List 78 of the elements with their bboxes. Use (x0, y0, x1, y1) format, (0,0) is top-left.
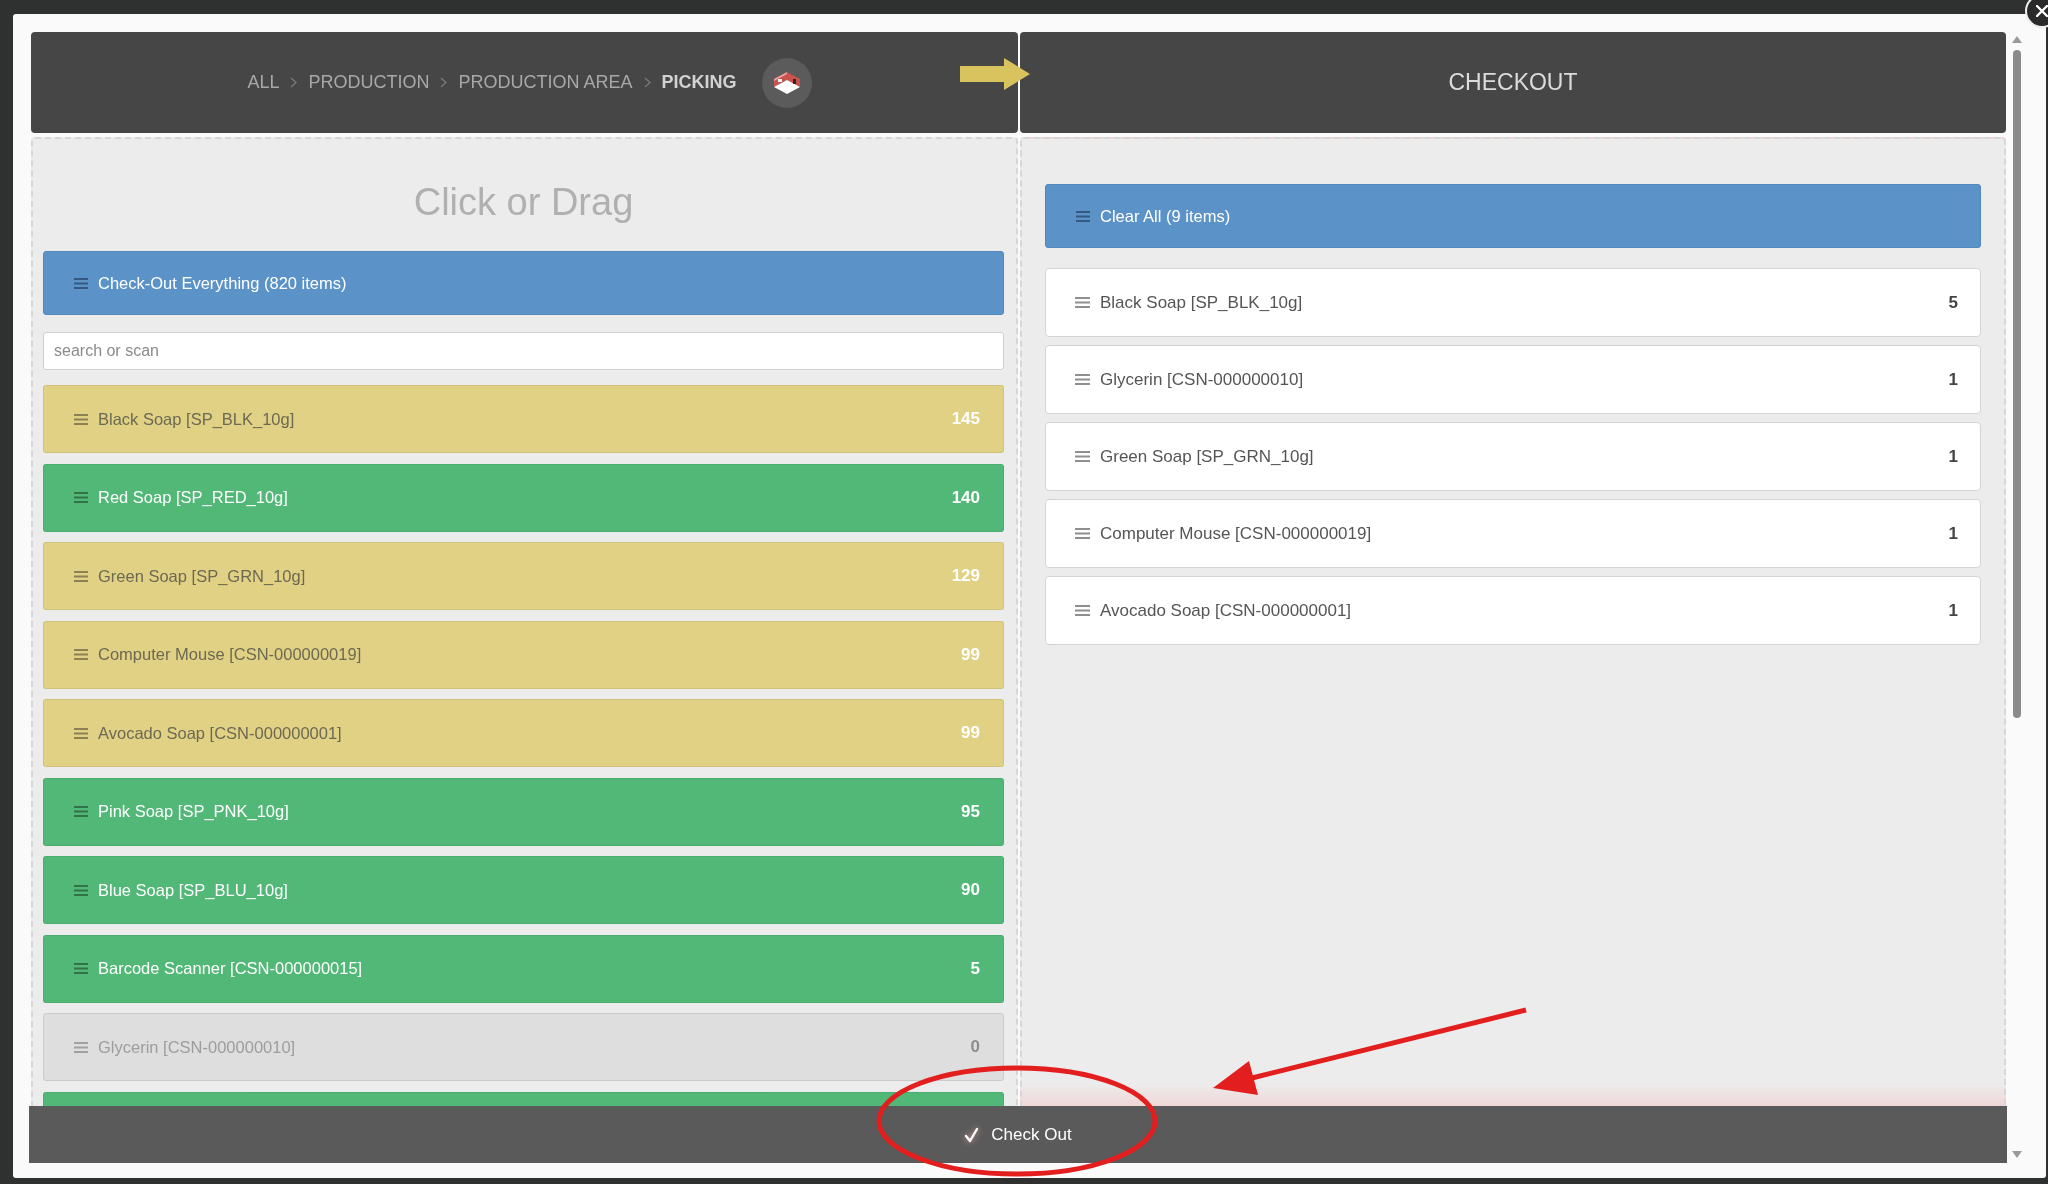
item-label: Computer Mouse [CSN-000000019] (98, 645, 363, 664)
search-field[interactable]: search or scan (43, 332, 1004, 370)
item-count: 129 (951, 566, 980, 586)
item-count: 99 (961, 723, 980, 743)
checkout-item[interactable]: Glycerin [CSN-000000010] 1 (1045, 345, 1981, 414)
stock-item[interactable] (43, 1091, 1004, 1106)
item-label: Black Soap [SP_BLK_10g] (1100, 292, 1304, 313)
hamburger-icon (74, 963, 88, 974)
stock-item[interactable]: Pink Soap [SP_PNK_10g] 95 (43, 777, 1004, 846)
stock-item[interactable]: Red Soap [SP_RED_10g] 140 (43, 463, 1004, 532)
item-count: 140 (951, 487, 980, 508)
scroll-down-icon[interactable] (2012, 1151, 2022, 1158)
clear-all-button[interactable]: Clear All (9 items) (1045, 184, 1981, 248)
item-label: Red Soap [SP_RED_10g] (98, 488, 289, 507)
checkout-item[interactable]: Computer Mouse [CSN-000000019] 1 (1045, 499, 1981, 568)
item-label: Black Soap [SP_BLK_10g] (98, 409, 296, 429)
stock-item[interactable]: Avocado Soap [CSN-000000001] 99 (43, 699, 1004, 767)
checkout-everything-button[interactable]: Check-Out Everything (820 items) (43, 251, 1004, 315)
check-icon (964, 1126, 980, 1143)
hamburger-icon (74, 1041, 88, 1053)
stock-item[interactable]: Green Soap [SP_GRN_10g] 129 (43, 542, 1004, 610)
item-count: 90 (961, 880, 980, 900)
item-label: Avocado Soap [CSN-000000001] (98, 723, 343, 743)
item-label: Glycerin [CSN-000000010] (1100, 369, 1305, 390)
stock-item[interactable]: Barcode Scanner [CSN-000000015] 5 (43, 934, 1004, 1003)
breadcrumb-link[interactable]: PRODUCTION (308, 72, 430, 93)
hamburger-icon (74, 277, 88, 289)
panel-title: Click or Drag (412, 180, 635, 225)
hamburger-icon (1075, 528, 1090, 539)
chevron-icon (643, 77, 651, 88)
stock-item[interactable]: Blue Soap [SP_BLU_10g] 90 (43, 856, 1004, 924)
scroll-up-icon[interactable] (2012, 36, 2022, 43)
stock-item[interactable]: Computer Mouse [CSN-000000019] 99 (43, 620, 1004, 689)
checkout-item[interactable]: Avocado Soap [CSN-000000001] 1 (1045, 576, 1981, 645)
item-count: 145 (951, 409, 980, 429)
breadcrumb-link[interactable]: PRODUCTION AREA (458, 72, 633, 93)
item-count: 5 (970, 958, 980, 979)
chevron-icon (290, 77, 298, 88)
hamburger-icon (74, 727, 88, 739)
checkout-title: CHECKOUT (1448, 69, 1578, 96)
right-arrow-icon (960, 58, 1030, 90)
item-label: Blue Soap [SP_BLU_10g] (98, 880, 289, 900)
hamburger-icon (1076, 210, 1090, 222)
item-count: 5 (1948, 292, 1958, 313)
checkout-item[interactable]: Black Soap [SP_BLK_10g] 5 (1045, 268, 1981, 337)
item-count: 0 (970, 1037, 980, 1057)
hamburger-icon (1075, 605, 1090, 616)
item-label: Green Soap [SP_GRN_10g] (1100, 446, 1315, 467)
item-count: 1 (1948, 446, 1958, 467)
close-icon (2036, 5, 2048, 17)
item-label: Glycerin [CSN-000000010] (98, 1037, 297, 1057)
hamburger-icon (1075, 451, 1090, 462)
item-label: Pink Soap [SP_PNK_10g] (98, 802, 290, 821)
room-icon (761, 57, 812, 108)
checkout-button[interactable]: Check Out (29, 1106, 2007, 1163)
hamburger-icon (1075, 297, 1090, 308)
breadcrumb-link[interactable]: ALL (247, 72, 280, 93)
breadcrumb-link[interactable]: PICKING (661, 72, 737, 93)
hamburger-icon (74, 649, 88, 660)
hamburger-icon (74, 806, 88, 817)
item-count: 1 (1948, 600, 1958, 621)
checkout-item[interactable]: Green Soap [SP_GRN_10g] 1 (1045, 422, 1981, 491)
hamburger-icon (74, 570, 88, 582)
item-count: 99 (961, 644, 980, 665)
hamburger-icon (74, 492, 88, 503)
hamburger-icon (74, 413, 88, 425)
item-count: 95 (961, 801, 980, 822)
item-label: Barcode Scanner [CSN-000000015] (98, 959, 364, 978)
item-count: 1 (1948, 369, 1958, 390)
scrollbar-thumb[interactable] (2013, 50, 2021, 718)
item-label: Green Soap [SP_GRN_10g] (98, 566, 307, 586)
hamburger-icon (1075, 374, 1090, 385)
chevron-icon (440, 77, 448, 88)
hamburger-icon (74, 884, 88, 896)
item-label: Avocado Soap [CSN-000000001] (1100, 600, 1353, 621)
item-label: Computer Mouse [CSN-000000019] (1100, 523, 1373, 544)
item-count: 1 (1948, 523, 1958, 544)
stock-item[interactable]: Black Soap [SP_BLK_10g] 145 (43, 385, 1004, 453)
